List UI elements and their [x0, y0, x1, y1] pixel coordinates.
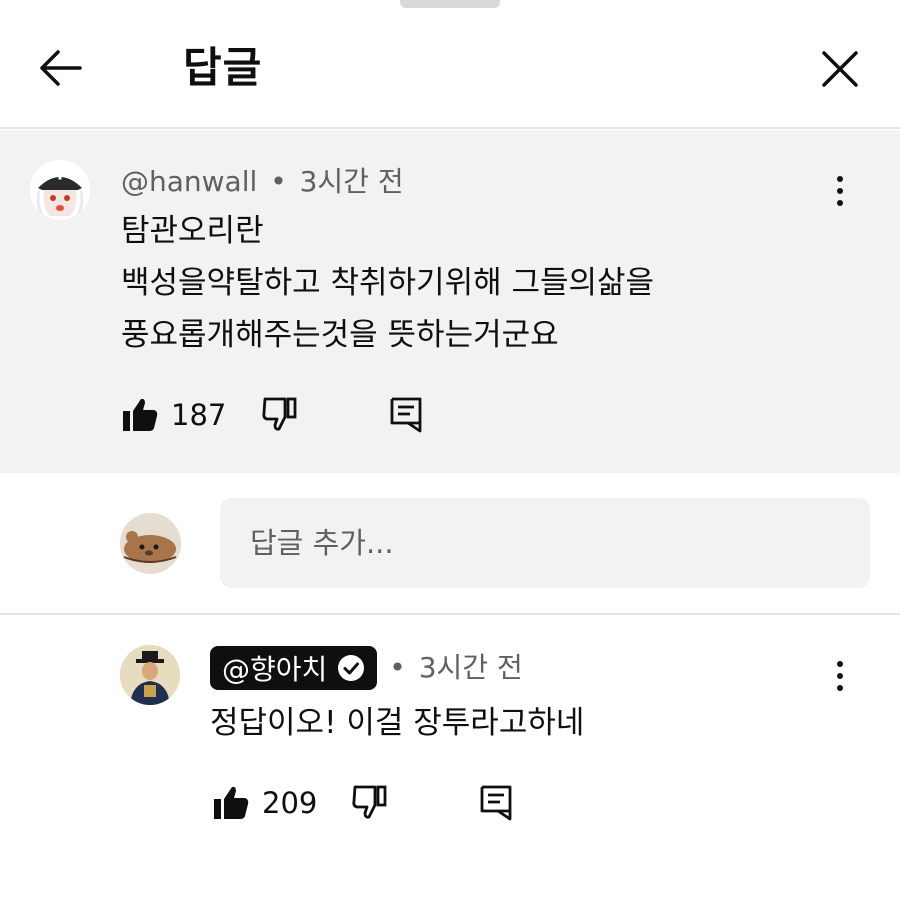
- more-dot: [837, 673, 843, 679]
- thumbs-down-icon: [352, 785, 387, 819]
- comment-reply-icon: [480, 785, 512, 821]
- parent-comment: @hanwall • 3시간 전 탐관오리란 백성을약탈하고 착취하기위해 그들…: [0, 130, 900, 473]
- back-button[interactable]: [30, 40, 90, 96]
- comment-time[interactable]: 3시간 전: [419, 651, 523, 684]
- close-button[interactable]: [810, 40, 870, 98]
- verified-check-icon: [338, 655, 365, 681]
- current-user-avatar[interactable]: [120, 513, 181, 574]
- header-divider: [0, 127, 900, 129]
- comment-time[interactable]: 3시간 전: [300, 165, 404, 198]
- close-icon: [822, 51, 858, 87]
- joseon-official-avatar-icon: [120, 645, 180, 705]
- thumbs-down-icon: [262, 397, 297, 431]
- more-dot: [837, 176, 843, 182]
- comment-author[interactable]: @hanwall: [121, 165, 257, 198]
- reply-comment: @향아치 • 3시간 전 정답이오! 이걸 장투라고하네 209: [0, 615, 900, 899]
- comment-reply-icon: [390, 397, 422, 433]
- dislike-button[interactable]: [258, 392, 302, 436]
- meta-separator: •: [270, 165, 287, 198]
- arrow-left-icon: [40, 50, 82, 86]
- thumbs-up-icon: [123, 398, 158, 431]
- add-reply-input[interactable]: [220, 498, 870, 588]
- comment-text: 정답이오! 이걸 장투라고하네: [210, 705, 585, 741]
- dislike-button[interactable]: [348, 780, 392, 824]
- comment-line: 풍요롭개해주는것을 뜻하는거군요: [121, 317, 559, 353]
- more-dot: [837, 685, 843, 691]
- comment-meta: @향아치 • 3시간 전: [210, 646, 523, 690]
- like-button[interactable]: 187: [121, 394, 226, 436]
- page-title: 답글: [183, 43, 263, 92]
- comment-text: 탐관오리란 백성을약탈하고 착취하기위해 그들의삶을 풍요롭개해주는것을 뜻하는…: [121, 207, 654, 359]
- avatar[interactable]: [30, 160, 90, 220]
- comment-author: @향아치: [222, 653, 328, 686]
- thumbs-up-icon: [214, 786, 249, 819]
- comment-more-button[interactable]: [820, 171, 860, 211]
- anime-character-avatar-icon: [30, 160, 90, 220]
- meta-wrapper: • 3시간 전: [385, 648, 522, 688]
- replies-header: 답글: [0, 0, 900, 128]
- comment-line: 탐관오리란: [121, 213, 264, 249]
- like-count: 209: [262, 786, 318, 820]
- more-dot: [837, 188, 843, 194]
- comment-line: 백성을약탈하고 착취하기위해 그들의삶을: [121, 265, 655, 301]
- more-dot: [837, 661, 843, 667]
- more-dot: [837, 200, 843, 206]
- like-button[interactable]: 209: [212, 782, 317, 824]
- avatar[interactable]: [120, 645, 180, 705]
- reply-button[interactable]: [384, 392, 428, 436]
- reply-button[interactable]: [474, 780, 518, 824]
- author-badge[interactable]: @향아치: [210, 646, 378, 690]
- comment-more-button[interactable]: [820, 656, 860, 696]
- meta-separator: •: [389, 651, 406, 684]
- like-count: 187: [171, 398, 227, 432]
- bear-character-avatar-icon: [120, 513, 181, 574]
- comment-meta: @hanwall • 3시간 전: [121, 162, 404, 202]
